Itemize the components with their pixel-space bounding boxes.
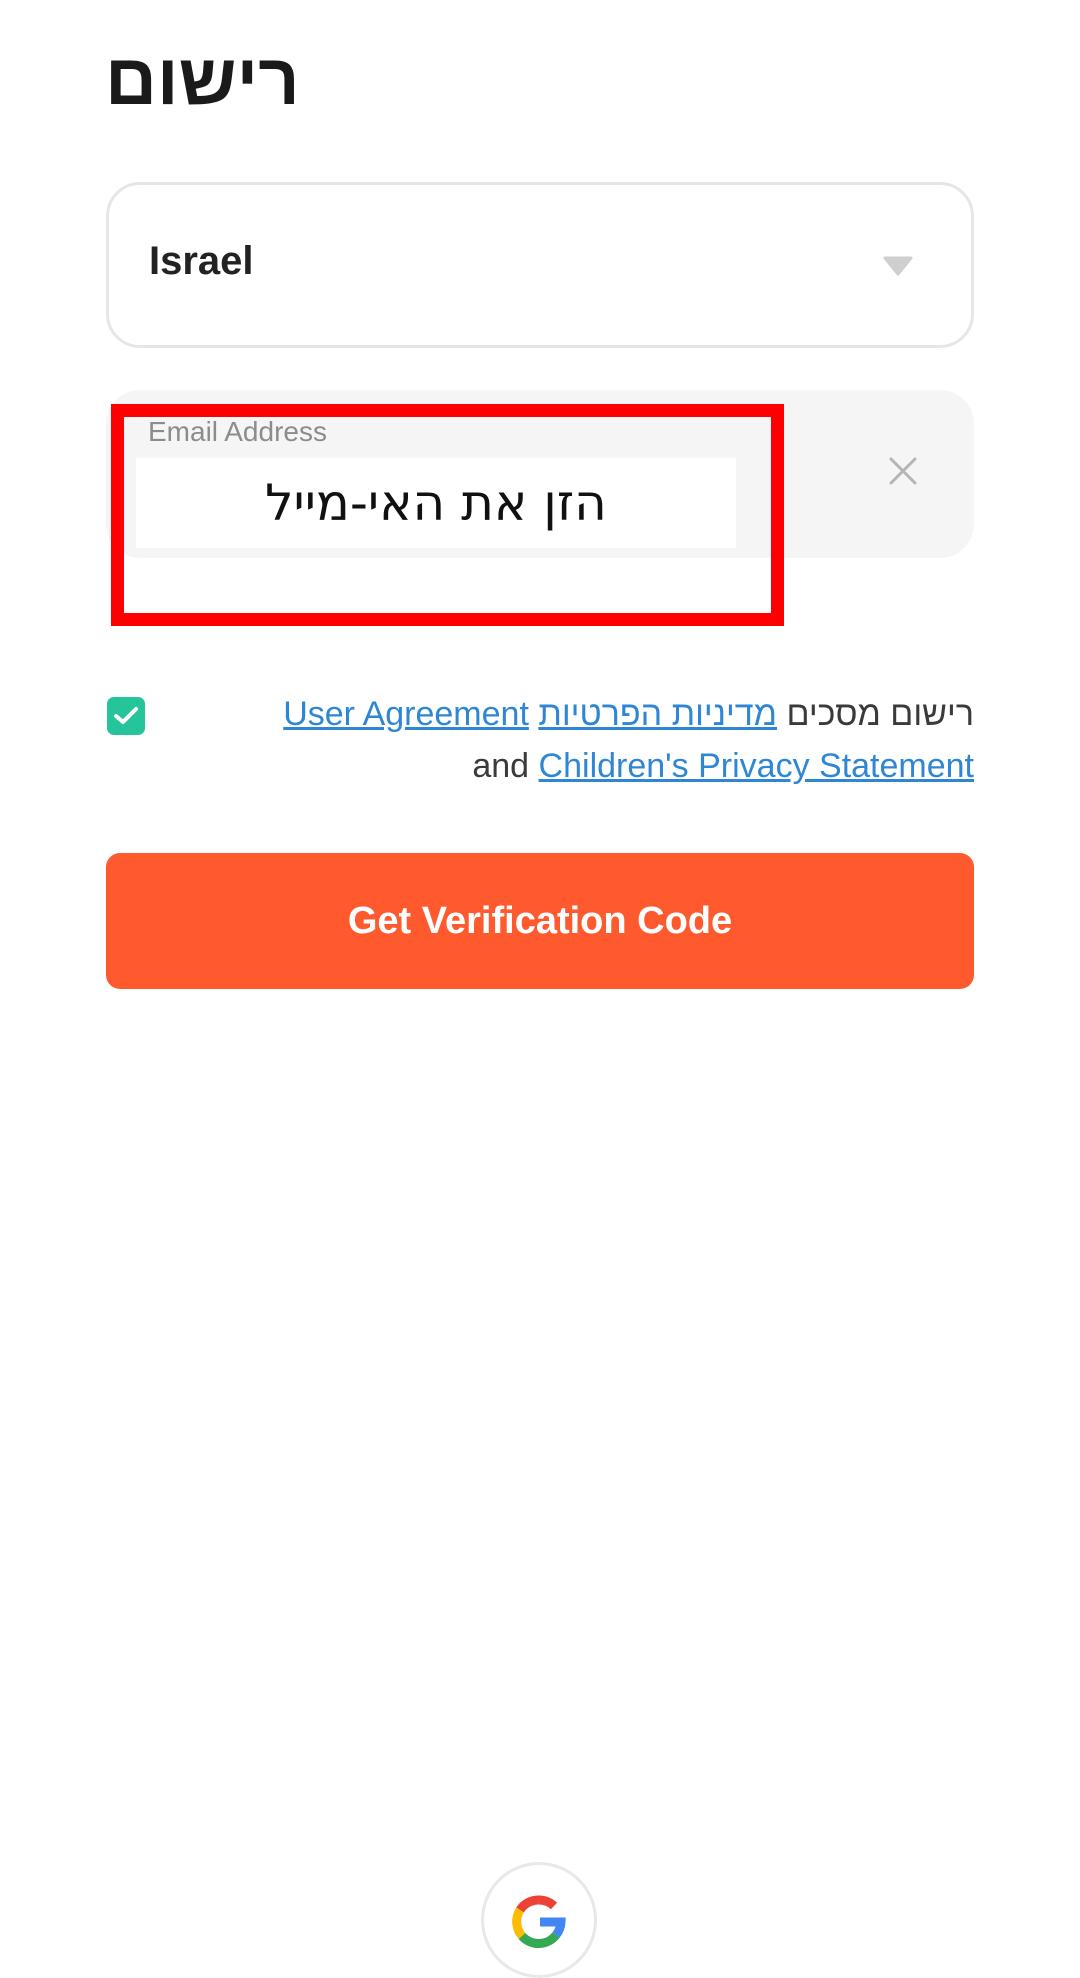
agreement-checkbox[interactable] [107,697,145,735]
country-value: Israel [149,239,254,283]
country-select[interactable]: Israel [106,182,974,348]
email-input[interactable] [136,458,736,548]
user-agreement-link[interactable]: User Agreement [283,695,529,733]
page-title: רישום [105,40,300,120]
email-field[interactable]: Email Address [106,390,974,558]
agreement-text: רישום מסכים מדיניות הפרטיות User Agreeme… [160,688,974,792]
checkmark-icon [114,707,138,724]
google-icon [512,1895,566,1949]
childrens-privacy-link[interactable]: Children's Privacy Statement [539,747,974,785]
google-login-button[interactable] [481,1862,597,1978]
caret-down-icon [883,256,913,276]
close-icon[interactable] [886,454,920,488]
agreement-and-text: and [472,747,530,785]
agreement-prefix: רישום מסכים [786,695,974,733]
get-verification-code-button[interactable]: Get Verification Code [106,853,974,989]
privacy-policy-link[interactable]: מדיניות הפרטיות [538,695,777,733]
email-label: Email Address [148,416,327,447]
